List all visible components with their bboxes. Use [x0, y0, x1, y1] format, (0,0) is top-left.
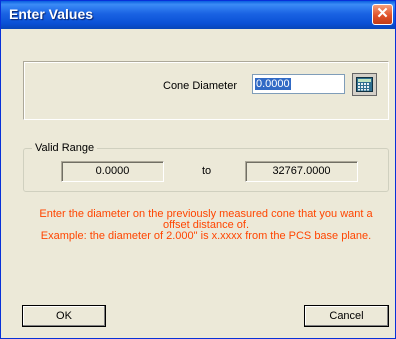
- enter-values-dialog: Enter Values ✕ Cone Diameter 0.0000 Vali…: [0, 0, 396, 339]
- close-button[interactable]: ✕: [372, 4, 393, 25]
- calculator-icon: [356, 77, 373, 92]
- cone-diameter-input[interactable]: 0.0000: [252, 74, 345, 94]
- instruction-line: Example: the diameter of 2.000" is x.xxx…: [40, 230, 372, 242]
- cancel-button[interactable]: Cancel: [304, 305, 389, 327]
- range-min-field: 0.0000: [61, 161, 164, 182]
- ok-button[interactable]: OK: [22, 305, 106, 327]
- title-bar[interactable]: Enter Values ✕: [1, 1, 395, 29]
- range-to-label: to: [202, 165, 212, 177]
- instruction-text: Enter the diameter on the previously mea…: [29, 209, 383, 242]
- valid-range-legend: Valid Range: [32, 142, 98, 154]
- range-max-field: 32767.0000: [245, 161, 358, 182]
- cone-diameter-label: Cone Diameter: [163, 80, 237, 92]
- dialog-title: Enter Values: [9, 6, 94, 22]
- calculator-button[interactable]: [352, 73, 377, 96]
- close-icon: ✕: [376, 5, 389, 22]
- cone-diameter-value: 0.0000: [255, 78, 291, 90]
